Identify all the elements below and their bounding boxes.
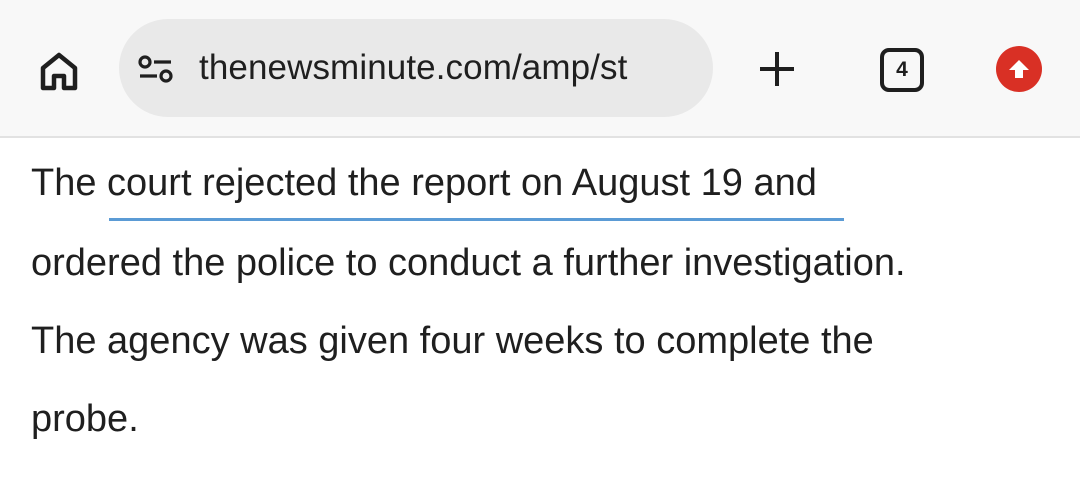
browser-toolbar: thenewsminute.com/amp/st 4 — [0, 0, 1080, 138]
update-button[interactable] — [996, 46, 1042, 92]
tab-count: 4 — [896, 58, 908, 81]
home-icon — [40, 52, 78, 91]
url-text[interactable]: thenewsminute.com/amp/st — [199, 19, 627, 117]
site-info-button[interactable] — [136, 51, 176, 87]
article-line: The court rejected the report on August … — [31, 162, 817, 204]
plus-icon — [760, 52, 794, 86]
address-bar[interactable]: thenewsminute.com/amp/st — [119, 19, 713, 117]
home-button[interactable] — [34, 46, 84, 96]
article-line: The agency was given four weeks to compl… — [31, 320, 874, 362]
article-line: ordered the police to conduct a further … — [31, 242, 906, 284]
article-line: probe. — [31, 398, 139, 440]
arrow-up-icon — [1009, 60, 1029, 78]
tab-switcher-button[interactable]: 4 — [880, 48, 924, 92]
link-underline[interactable] — [109, 218, 844, 221]
tune-icon — [138, 55, 173, 83]
new-tab-button[interactable] — [754, 46, 800, 92]
